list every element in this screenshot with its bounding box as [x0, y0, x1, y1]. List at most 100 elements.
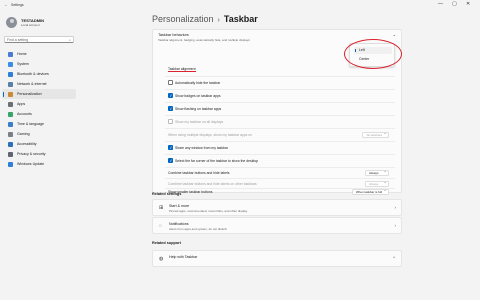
- sidebar-item-label: Personalization: [17, 92, 42, 96]
- card-subtitle: Pinned apps, recommended, recent files, …: [169, 208, 248, 213]
- setting-label: Show my taskbar on all displays: [175, 119, 224, 124]
- sidebar-item-privacy[interactable]: Privacy & security: [2, 149, 76, 159]
- wifi-icon: [8, 81, 13, 87]
- help-taskbar-card[interactable]: ◍ Help with Taskbar ⌃: [152, 250, 402, 267]
- monitor-icon: [8, 61, 13, 67]
- section-subtitle: Taskbar alignment, badging, automaticall…: [158, 37, 250, 42]
- setting-row-auto-hide: Automatically hide the taskbar: [153, 77, 403, 88]
- sidebar-item-label: System: [17, 62, 29, 66]
- start-icon: ⊞: [159, 205, 164, 211]
- sidebar-item-label: Network & internet: [17, 82, 47, 86]
- all-displays-checkbox[interactable]: [168, 119, 173, 124]
- user-profile[interactable]: TESTADMIN Local Account: [6, 17, 44, 28]
- page-title: Taskbar: [223, 14, 258, 24]
- chevron-right-icon: ›: [394, 205, 397, 210]
- sidebar-item-label: Gaming: [17, 132, 30, 136]
- related-settings-title: Related settings: [152, 192, 182, 196]
- sidebar-nav: Home System Bluetooth & devices Network …: [2, 49, 76, 169]
- taskbar-behaviors-header[interactable]: Taskbar behaviors Taskbar alignment, bad…: [158, 33, 250, 42]
- card-title: Notifications: [169, 221, 189, 226]
- close-button[interactable]: ✕: [466, 1, 470, 7]
- sidebar-item-label: Accessibility: [17, 142, 37, 146]
- sidebar-item-home[interactable]: Home: [2, 49, 76, 59]
- bell-icon: ◌: [159, 223, 162, 229]
- multi-display-select[interactable]: All taskbars: [362, 131, 389, 138]
- breadcrumb: Personalization › Taskbar: [152, 14, 258, 24]
- sidebar: TESTADMIN Local Account Find a setting ⌕…: [0, 10, 78, 300]
- sidebar-item-accounts[interactable]: Accounts: [2, 109, 76, 119]
- setting-row-multi-display: When using multiple displays, show my ta…: [153, 129, 403, 140]
- app-title: Settings: [11, 3, 24, 7]
- setting-label: Share any window from my taskbar: [175, 145, 228, 150]
- user-account-type: Local Account: [21, 23, 40, 27]
- smaller-buttons-select[interactable]: When taskbar is full: [351, 188, 389, 195]
- breadcrumb-parent[interactable]: Personalization: [152, 14, 214, 24]
- sidebar-item-label: Home: [17, 52, 27, 56]
- setting-label: Combine taskbar buttons and hide labels …: [168, 181, 257, 186]
- minimize-button[interactable]: —: [438, 1, 443, 7]
- annotation-circle: [344, 39, 402, 69]
- setting-row-badges: Show badges on taskbar apps: [153, 90, 403, 101]
- related-support-title: Related support: [152, 241, 181, 245]
- sidebar-item-label: Apps: [17, 102, 26, 106]
- avatar: [6, 17, 17, 28]
- sidebar-item-label: Bluetooth & devices: [17, 72, 49, 76]
- setting-row-far-corner: Select the far corner of the taskbar to …: [153, 155, 403, 166]
- badges-checkbox[interactable]: [168, 93, 173, 98]
- sidebar-item-label: Windows Update: [17, 162, 45, 166]
- apps-icon: [8, 101, 13, 107]
- search-placeholder: Find a setting: [7, 38, 29, 42]
- card-title: Help with Taskbar: [169, 254, 198, 259]
- start-settings-card[interactable]: ⊞ Start & more Pinned apps, recommended,…: [152, 199, 402, 216]
- setting-label: Select the far corner of the taskbar to …: [175, 158, 259, 163]
- person-icon: [8, 111, 13, 117]
- update-icon: [8, 161, 13, 167]
- sidebar-item-personalization[interactable]: Personalization: [2, 89, 76, 99]
- setting-label: Automatically hide the taskbar: [175, 80, 221, 85]
- back-icon[interactable]: ←: [4, 2, 8, 7]
- chevron-up-icon[interactable]: ⌃: [393, 34, 396, 39]
- brush-icon: [8, 91, 13, 97]
- setting-row-share-window: Share any window from my taskbar: [153, 142, 403, 153]
- share-window-checkbox[interactable]: [168, 145, 173, 150]
- sidebar-item-bluetooth[interactable]: Bluetooth & devices: [2, 69, 76, 79]
- home-icon: [8, 51, 13, 57]
- accessibility-icon: [8, 141, 13, 147]
- chevron-up-icon: ⌃: [392, 256, 396, 261]
- chevron-right-icon: ›: [394, 223, 397, 228]
- bluetooth-icon: [8, 71, 13, 77]
- search-input[interactable]: Find a setting ⌕: [4, 36, 74, 43]
- sidebar-item-gaming[interactable]: Gaming: [2, 129, 76, 139]
- setting-label: Show badges on taskbar apps: [175, 93, 221, 98]
- sidebar-item-time-language[interactable]: Time & language: [2, 119, 76, 129]
- setting-row-combine-buttons: Combine taskbar buttons and hide labels …: [153, 167, 403, 178]
- setting-row-smaller-buttons: Show smaller taskbar buttons When taskba…: [153, 186, 403, 197]
- setting-label: Combine taskbar buttons and hide labels: [168, 170, 230, 175]
- setting-row-all-displays: Show my taskbar on all displays: [153, 116, 403, 127]
- shield-icon: [8, 151, 13, 157]
- card-title: Start & more: [169, 203, 190, 208]
- card-subtitle: Alerts from apps and system, do not dist…: [169, 226, 227, 231]
- annotation-underline: [168, 71, 196, 72]
- flashing-checkbox[interactable]: [168, 106, 173, 111]
- auto-hide-checkbox[interactable]: [168, 80, 173, 85]
- sidebar-item-apps[interactable]: Apps: [2, 99, 76, 109]
- sidebar-item-label: Privacy & security: [17, 152, 46, 156]
- setting-label: When using multiple displays, show my ta…: [168, 132, 253, 137]
- sidebar-item-windows-update[interactable]: Windows Update: [2, 159, 76, 169]
- clock-icon: [8, 121, 13, 127]
- combine-buttons-select[interactable]: Always: [365, 169, 389, 176]
- sidebar-item-label: Time & language: [17, 122, 45, 126]
- sidebar-item-accessibility[interactable]: Accessibility: [2, 139, 76, 149]
- search-icon: ⌕: [69, 38, 71, 42]
- title-bar: ← Settings — ▢ ✕: [0, 0, 480, 10]
- breadcrumb-separator: ›: [217, 17, 220, 24]
- maximize-button[interactable]: ▢: [452, 1, 457, 7]
- sidebar-item-system[interactable]: System: [2, 59, 76, 69]
- setting-label: Show flashing on taskbar apps: [175, 106, 222, 111]
- sidebar-item-network[interactable]: Network & internet: [2, 79, 76, 89]
- sidebar-item-label: Accounts: [17, 112, 32, 116]
- far-corner-checkbox[interactable]: [168, 158, 173, 163]
- notifications-card[interactable]: ◌ Notifications Alerts from apps and sys…: [152, 217, 402, 234]
- setting-row-flashing: Show flashing on taskbar apps: [153, 103, 403, 114]
